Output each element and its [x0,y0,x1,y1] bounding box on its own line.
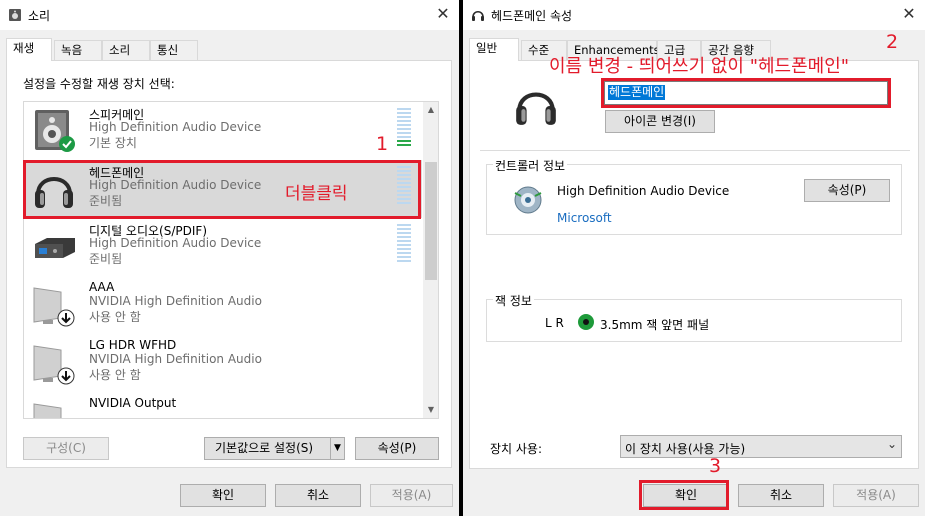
device-status: 사용 안 함 [89,310,141,324]
annotation-text-1: 더블클릭 [285,184,348,204]
digital-audio-icon [35,238,75,258]
device-row-aaa[interactable]: AAA NVIDIA High Definition Audio 사용 안 함 [24,276,422,334]
tab-sounds[interactable]: 소리 [102,40,150,60]
device-desc: NVIDIA High Definition Audio [89,294,262,308]
jack-info-group: 잭 정보 L R 3.5mm 잭 앞면 패널 [486,292,902,342]
device-name: NVIDIA Output [89,396,177,410]
jack-channels: L R [545,316,564,330]
playback-panel: 설정을 수정할 재생 장치 선택: 스피커메인 High Definition … [6,60,452,468]
apply-button[interactable]: 적용(A) [370,484,453,507]
monitor-icon [33,287,75,327]
configure-button[interactable]: 구성(C) [23,437,109,460]
device-usage-select[interactable]: 이 장치 사용(사용 가능) ⌄ [620,435,902,458]
scroll-up-icon[interactable]: ▲ [423,102,438,118]
tab-playback[interactable]: 재생 [6,38,52,61]
annotation-number-3: 3 [709,455,722,477]
device-row-speaker[interactable]: 스피커메인 High Definition Audio Device 기본 장치 [24,102,422,160]
controller-vendor-link[interactable]: Microsoft [557,211,612,225]
apply-button[interactable]: 적용(A) [833,484,919,507]
volume-meter [397,108,411,150]
sound-titlebar: 소리 ✕ [0,0,459,30]
properties-button[interactable]: 속성(P) [355,437,439,460]
device-row-digital-audio[interactable]: 디지털 오디오(S/PDIF) High Definition Audio De… [24,218,422,276]
dropdown-arrow-icon[interactable]: ▼ [330,438,344,459]
device-row-nvidia-output[interactable]: NVIDIA Output [24,392,422,418]
device-name: AAA [89,280,115,294]
headphones-app-icon [472,10,484,21]
device-row-lg-hdr[interactable]: LG HDR WFHD NVIDIA High Definition Audio… [24,334,422,392]
annotation-box-2 [601,78,891,108]
device-usage-label: 장치 사용: [490,442,543,456]
monitor-icon [33,345,75,385]
headphone-properties-dialog: 헤드폰메인 속성 ✕ 일반 수준 Enhancements 고급 공간 음향 헤… [463,0,925,516]
controller-info-group: 컨트롤러 정보 High Definition Audio Device Mic… [486,157,902,235]
green-jack-icon [578,314,594,330]
annotation-box-1 [23,160,421,219]
device-desc: NVIDIA High Definition Audio [89,352,262,366]
set-default-button[interactable]: 기본값으로 설정(S) ▼ [204,437,345,460]
annotation-box-3 [639,480,729,510]
device-select-instruction: 설정을 수정할 재생 장치 선택: [23,77,175,91]
close-icon[interactable]: ✕ [899,4,919,24]
sound-title: 소리 [28,9,51,23]
device-name: LG HDR WFHD [89,338,177,352]
annotation-text-2: 이름 변경 - 띄어쓰기 없이 "헤드폰메인" [549,56,850,77]
ok-button[interactable]: 확인 [180,484,266,507]
scrollbar-thumb[interactable] [425,162,437,280]
scroll-down-icon[interactable]: ▼ [423,402,438,418]
jack-info-title: 잭 정보 [493,292,534,309]
device-usage-value: 이 장치 사용(사용 가능) [625,442,746,456]
tab-general[interactable]: 일반 [469,38,519,61]
tab-recording[interactable]: 녹음 [54,40,102,60]
set-default-label: 기본값으로 설정(S) [215,441,314,455]
device-status: 기본 장치 [89,136,137,150]
divider [480,150,910,151]
speaker-icon [35,110,75,152]
device-status: 준비됨 [89,252,123,266]
sound-dialog: 소리 ✕ 재생 녹음 소리 통신 설정을 수정할 재생 장치 선택: 스피커메인… [0,0,459,516]
audio-driver-icon [514,186,542,214]
general-panel: 헤드폰메인 아이콘 변경(I) 컨트롤러 정보 High Definition … [469,60,919,469]
speaker-app-icon [9,9,21,21]
tab-communications[interactable]: 통신 [150,40,198,60]
controller-info-title: 컨트롤러 정보 [493,157,568,174]
chevron-down-icon: ⌄ [886,437,897,451]
annotation-number-1: 1 [376,133,389,155]
controller-name: High Definition Audio Device [557,184,730,198]
volume-meter [397,224,411,266]
cancel-button[interactable]: 취소 [738,484,824,507]
list-scrollbar[interactable]: ▲ ▼ [423,102,438,418]
cancel-button[interactable]: 취소 [275,484,361,507]
close-icon[interactable]: ✕ [433,4,453,24]
change-icon-button[interactable]: 아이콘 변경(I) [605,110,715,133]
headphones-icon [516,92,556,125]
device-desc: High Definition Audio Device [89,236,262,250]
device-desc: High Definition Audio Device [89,120,262,134]
device-status: 사용 안 함 [89,368,141,382]
annotation-number-2: 2 [886,31,899,53]
monitor-icon [33,403,62,418]
controller-properties-button[interactable]: 속성(P) [804,179,890,202]
jack-description: 3.5mm 잭 앞면 패널 [600,318,710,332]
properties-title: 헤드폰메인 속성 [491,9,573,23]
properties-titlebar: 헤드폰메인 속성 ✕ [463,0,925,30]
